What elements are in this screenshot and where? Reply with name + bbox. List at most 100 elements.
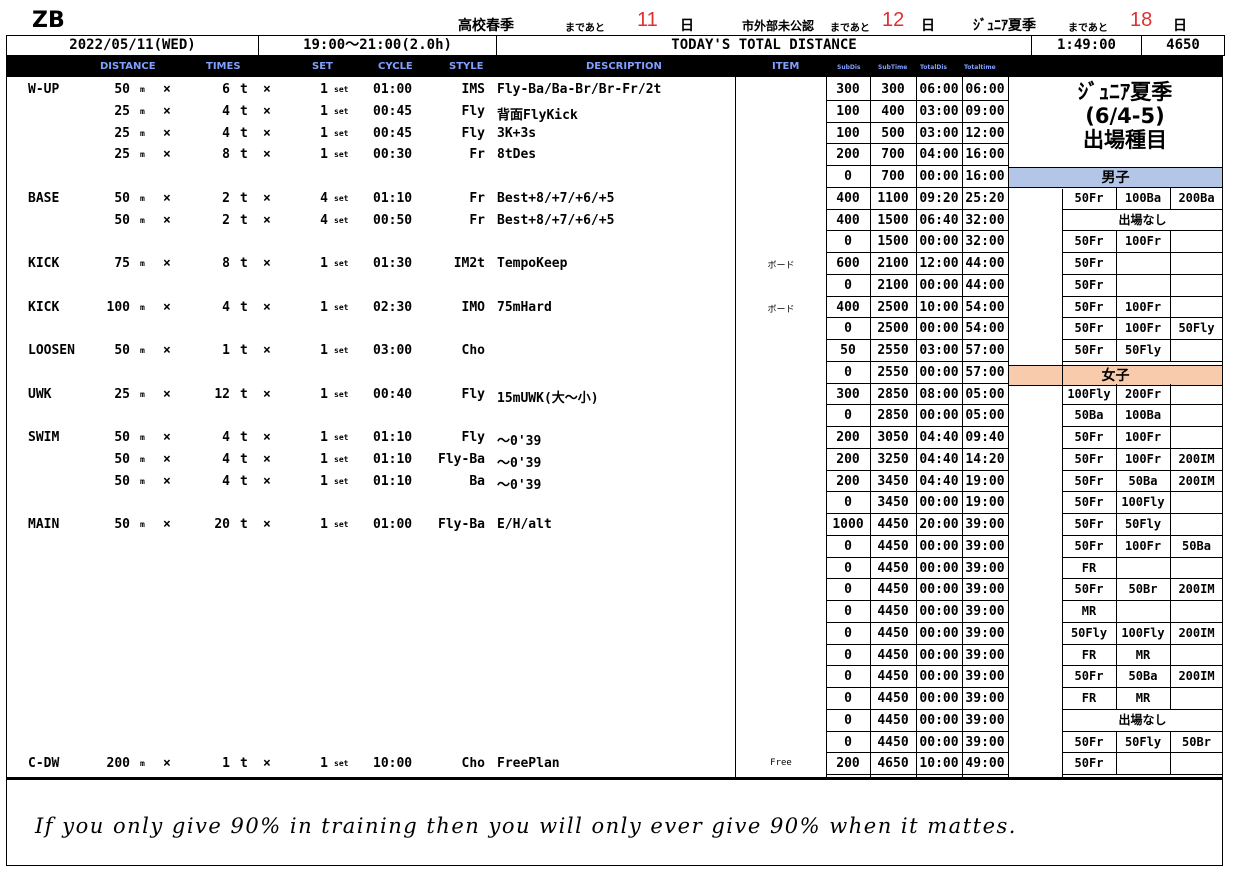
- menu-distance: 25: [114, 387, 130, 402]
- countdown-2-label: 市外部未公認: [742, 19, 815, 33]
- event-entry: 50Fr: [1074, 321, 1104, 335]
- grid-line: [1062, 404, 1223, 405]
- times-sign: ×: [163, 126, 171, 141]
- menu-cycle: 00:45: [373, 126, 413, 141]
- event-entry: [1170, 514, 1223, 535]
- sub-distance: 0: [844, 626, 852, 641]
- menu-cycle: 01:00: [373, 82, 413, 97]
- grid-line: [1062, 644, 1223, 645]
- grid-line: [826, 600, 1008, 601]
- event-entry: 50Fr: [1074, 300, 1104, 314]
- sub-distance: 50: [840, 343, 856, 358]
- total-time-running: 39:00: [965, 517, 1005, 532]
- grid-line: [826, 209, 1008, 210]
- total-distance-running: 20:00: [919, 517, 959, 532]
- grid-line: [1170, 275, 1171, 297]
- event-entry: 100Fr: [1124, 539, 1162, 553]
- times-sign: ×: [163, 474, 171, 489]
- menu-style: Fly: [461, 430, 485, 445]
- no-entry-label: 出場なし: [1118, 213, 1167, 227]
- sub-time: 4450: [877, 582, 909, 597]
- event-entry: 100Fly: [1067, 387, 1111, 401]
- grid-line: [826, 665, 1008, 666]
- menu-category: KICK: [28, 256, 60, 271]
- sub-distance: 200: [836, 756, 860, 771]
- grid-line: [1170, 536, 1171, 558]
- total-time-running: 54:00: [965, 321, 1005, 336]
- event-entry: [1170, 275, 1223, 296]
- grid-line: [1062, 731, 1223, 732]
- event-entry: 100Fly: [1121, 626, 1165, 640]
- sub-distance: 600: [836, 256, 860, 271]
- total-distance-running: 03:00: [919, 343, 959, 358]
- unit-m: m: [140, 303, 145, 312]
- grid-line: [1170, 427, 1171, 449]
- menu-distance: 75: [114, 256, 130, 271]
- menu-distance: 50: [114, 474, 130, 489]
- total-distance-running: 00:00: [919, 669, 959, 684]
- total-distance-running: 00:00: [919, 691, 959, 706]
- grid-line: [826, 143, 1008, 144]
- unit-t: t: [240, 430, 248, 445]
- event-entry: [1170, 688, 1223, 709]
- grid-line: [1062, 752, 1223, 753]
- menu-times: 4: [222, 430, 230, 445]
- menu-style: Cho: [461, 343, 485, 358]
- event-entry: 200IM: [1178, 582, 1215, 596]
- grid-line: [1116, 732, 1117, 753]
- menu-cycle: 03:00: [373, 343, 413, 358]
- menu-distance: 50: [114, 191, 130, 206]
- unit-set: set: [334, 216, 349, 225]
- sub-time: 1100: [877, 191, 909, 206]
- times-sign: ×: [263, 387, 271, 402]
- unit-m: m: [140, 433, 145, 442]
- menu-cycle: 00:50: [373, 213, 413, 228]
- unit-m: m: [140, 455, 145, 464]
- event-entry: 50Fly: [1124, 343, 1162, 357]
- grid-line: [1116, 558, 1117, 579]
- unit-t: t: [240, 213, 248, 228]
- total-distance-running: 06:40: [919, 213, 959, 228]
- event-entry: 200IM: [1178, 669, 1215, 683]
- times-sign: ×: [163, 387, 171, 402]
- total-time-running: 16:00: [965, 147, 1005, 162]
- event-entry: [1116, 253, 1170, 274]
- grid-line: [826, 187, 1008, 188]
- menu-cycle: 01:00: [373, 517, 413, 532]
- total-distance-label: TODAY'S TOTAL DISTANCE: [497, 36, 1032, 55]
- menu-description: 15mUWK(大～小): [497, 391, 599, 406]
- countdown-3-days: 18: [1130, 9, 1153, 31]
- sub-distance: 0: [844, 735, 852, 750]
- event-entry: 100Fr: [1124, 452, 1162, 466]
- total-time-running: 09:00: [965, 104, 1005, 119]
- menu-set: 1: [320, 756, 328, 771]
- unit-m: m: [140, 85, 145, 94]
- sub-time: 4450: [877, 604, 909, 619]
- unit-m: m: [140, 216, 145, 225]
- sub-distance: 200: [836, 430, 860, 445]
- grid-line: [1062, 339, 1223, 340]
- menu-times: 1: [222, 343, 230, 358]
- grid-line: [1170, 514, 1171, 536]
- col-times: TIMES: [206, 61, 241, 72]
- event-entry: 50Fly: [1178, 321, 1215, 335]
- sub-time: 4450: [877, 669, 909, 684]
- unit-m: m: [140, 520, 145, 529]
- grid-line: [1062, 252, 1223, 253]
- total-time-running: 05:00: [965, 387, 1005, 402]
- grid-line: [1062, 687, 1223, 688]
- event-entry: 50Br: [1182, 735, 1211, 749]
- menu-times: 20: [214, 517, 230, 532]
- sub-time: 2100: [877, 256, 909, 271]
- entry-panel-title: ｼﾞｭﾆｱ夏季 (6/4-5) 出場種目: [1030, 80, 1220, 152]
- col-subtime: SubTime: [878, 64, 908, 71]
- total-distance-running: 12:00: [919, 256, 959, 271]
- menu-distance: 25: [114, 147, 130, 162]
- total-distance-running: 04:40: [919, 452, 959, 467]
- event-entry: 50Fr: [1074, 343, 1104, 357]
- total-distance-running: 09:20: [919, 191, 959, 206]
- grid-line: [1062, 296, 1223, 297]
- grid-line: [1116, 340, 1117, 362]
- no-entry-label: 出場なし: [1118, 713, 1167, 727]
- unit-t: t: [240, 104, 248, 119]
